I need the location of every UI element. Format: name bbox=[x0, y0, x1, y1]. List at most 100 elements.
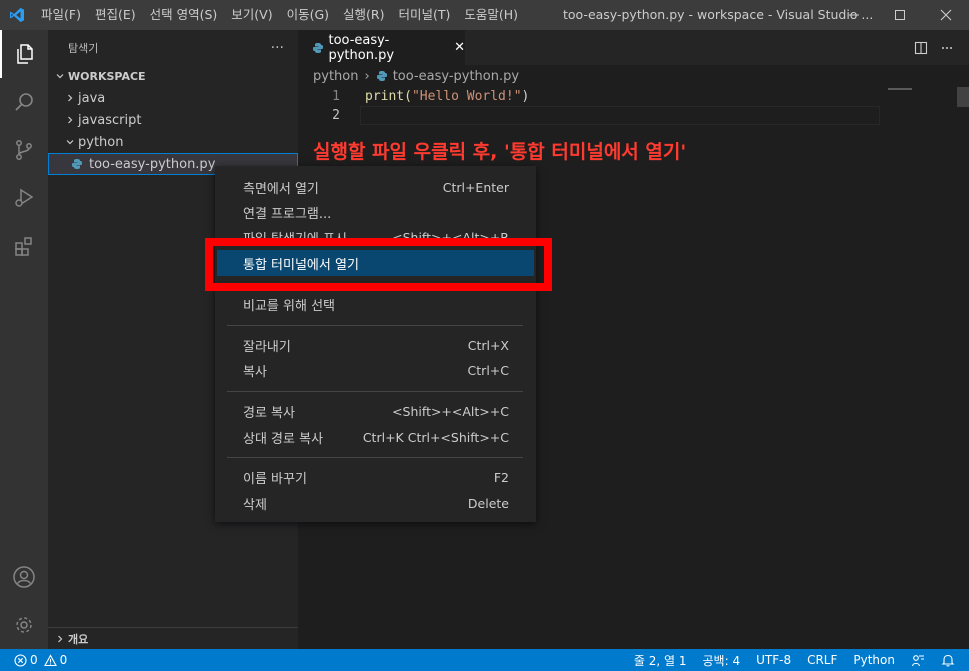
menu-item-label: 복사 bbox=[243, 364, 267, 380]
outline-label: 개요 bbox=[68, 632, 89, 646]
split-editor-button[interactable] bbox=[908, 30, 934, 65]
source-control-icon bbox=[16, 140, 32, 160]
menu-item-shortcut: Ctrl+K Ctrl+<Shift>+C bbox=[362, 429, 509, 445]
encoding-status[interactable]: UTF-8 bbox=[756, 653, 791, 667]
menu-item-open-with[interactable]: 연결 프로그램... bbox=[227, 199, 536, 225]
menu-item-label: 비교를 위해 선택 bbox=[243, 298, 335, 314]
close-tab-icon[interactable]: ✕ bbox=[454, 40, 465, 55]
folder-label: javascript bbox=[78, 112, 142, 128]
menu-item-shortcut: Ctrl+X bbox=[467, 337, 509, 353]
context-menu: 측면에서 열기 Ctrl+Enter 연결 프로그램... 파일 탐색기에 표시… bbox=[215, 166, 536, 522]
tree-folder-java[interactable]: java bbox=[48, 87, 298, 109]
breadcrumb-separator: › bbox=[364, 68, 370, 84]
maximize-button[interactable] bbox=[877, 0, 923, 30]
menu-separator bbox=[227, 325, 523, 326]
chevron-right-icon bbox=[52, 634, 68, 644]
bell-icon bbox=[941, 654, 955, 667]
window-title: too-easy-python.py - workspace - Visual … bbox=[563, 7, 874, 22]
explorer-button[interactable] bbox=[0, 30, 48, 78]
menu-item-label: 이름 바꾸기 bbox=[243, 471, 307, 487]
editor-more-button[interactable] bbox=[934, 30, 960, 65]
menu-item-label: 잘라내기 bbox=[243, 339, 291, 355]
problems-status[interactable]: 0 0 bbox=[14, 653, 67, 667]
feedback-button[interactable] bbox=[911, 653, 925, 667]
outline-section[interactable]: 개요 bbox=[48, 627, 298, 649]
chevron-right-icon bbox=[62, 115, 78, 125]
menu-view[interactable]: 보기(V) bbox=[224, 0, 279, 30]
menu-item-copy-path[interactable]: 경로 복사 <Shift>+<Alt>+C bbox=[227, 398, 536, 424]
menu-item-delete[interactable]: 삭제 Delete bbox=[227, 490, 536, 516]
minimap[interactable] bbox=[888, 87, 968, 97]
menu-bar: 파일(F) 편집(E) 선택 영역(S) 보기(V) 이동(G) 실행(R) 터… bbox=[34, 0, 525, 30]
chevron-down-icon bbox=[62, 137, 78, 147]
menu-file[interactable]: 파일(F) bbox=[34, 0, 88, 30]
eol-status[interactable]: CRLF bbox=[807, 653, 837, 667]
error-icon bbox=[14, 653, 27, 667]
minimize-icon bbox=[849, 14, 859, 16]
menu-separator bbox=[227, 391, 523, 392]
sidebar-header: 탐색기 ··· bbox=[48, 30, 298, 65]
account-icon bbox=[13, 566, 35, 588]
language-mode[interactable]: Python bbox=[853, 653, 895, 667]
code-string: "Hello World!" bbox=[411, 89, 522, 104]
tree-folder-javascript[interactable]: javascript bbox=[48, 109, 298, 131]
cursor-position[interactable]: 줄 2, 열 1 bbox=[634, 652, 687, 669]
breadcrumb-folder[interactable]: python bbox=[313, 69, 358, 84]
code-function: print( bbox=[365, 89, 412, 104]
menu-run[interactable]: 실행(R) bbox=[336, 0, 391, 30]
breadcrumb-file[interactable]: too-easy-python.py bbox=[393, 69, 519, 84]
run-debug-button[interactable] bbox=[0, 174, 48, 222]
menu-terminal[interactable]: 터미널(T) bbox=[392, 0, 458, 30]
menu-help[interactable]: 도움말(H) bbox=[457, 0, 525, 30]
menu-item-select-for-compare[interactable]: 비교를 위해 선택 bbox=[227, 291, 536, 317]
file-label: too-easy-python.py bbox=[89, 156, 216, 172]
editor-tabs: too-easy-python.py ✕ bbox=[298, 30, 969, 65]
menu-go[interactable]: 이동(G) bbox=[280, 0, 336, 30]
highlight-box bbox=[205, 238, 552, 291]
menu-item-shortcut: Ctrl+Enter bbox=[442, 179, 509, 195]
menu-item-copy-relative-path[interactable]: 상대 경로 복사 Ctrl+K Ctrl+<Shift>+C bbox=[227, 424, 536, 450]
manage-button[interactable] bbox=[0, 601, 48, 649]
editor-scrollbar[interactable] bbox=[957, 87, 969, 107]
files-icon bbox=[17, 44, 33, 64]
more-actions-icon[interactable]: ··· bbox=[271, 40, 284, 56]
extensions-button[interactable] bbox=[0, 222, 48, 270]
menu-item-shortcut: <Shift>+<Alt>+C bbox=[392, 403, 509, 419]
vscode-logo-icon bbox=[0, 0, 34, 30]
menu-edit[interactable]: 편집(E) bbox=[88, 0, 143, 30]
folder-label: java bbox=[78, 90, 106, 106]
menu-item-shortcut: Delete bbox=[467, 495, 509, 511]
notifications-button[interactable] bbox=[941, 653, 955, 667]
feedback-icon bbox=[911, 655, 924, 667]
tab-label: too-easy-python.py bbox=[328, 32, 395, 63]
split-editor-icon bbox=[914, 41, 928, 54]
menu-item-shortcut: F2 bbox=[493, 469, 509, 485]
maximize-icon bbox=[895, 10, 905, 20]
menu-item-shortcut: Ctrl+C bbox=[467, 362, 509, 378]
menu-item-rename[interactable]: 이름 바꾸기 F2 bbox=[227, 464, 536, 490]
warning-count: 0 bbox=[59, 653, 68, 667]
tab-too-easy-python[interactable]: too-easy-python.py ✕ bbox=[298, 30, 465, 65]
tree-folder-python[interactable]: python bbox=[48, 131, 298, 153]
menu-item-open-to-side[interactable]: 측면에서 열기 Ctrl+Enter bbox=[227, 174, 536, 200]
indentation-status[interactable]: 공백: 4 bbox=[703, 652, 741, 669]
search-button[interactable] bbox=[0, 78, 48, 126]
menu-selection[interactable]: 선택 영역(S) bbox=[143, 0, 225, 30]
accounts-button[interactable] bbox=[0, 553, 48, 601]
warning-icon bbox=[43, 653, 57, 666]
gear-icon bbox=[16, 617, 32, 633]
close-window-button[interactable] bbox=[923, 0, 969, 30]
instruction-annotation: 실행할 파일 우클릭 후, '통합 터미널에서 열기' bbox=[313, 141, 687, 163]
breadcrumb: python › too-easy-python.py bbox=[298, 65, 969, 87]
source-control-button[interactable] bbox=[0, 126, 48, 174]
menu-item-copy[interactable]: 복사 Ctrl+C bbox=[227, 357, 536, 383]
folder-label: python bbox=[78, 134, 124, 150]
workspace-section[interactable]: WORKSPACE bbox=[48, 65, 298, 87]
menu-item-label: 삭제 bbox=[243, 497, 267, 513]
menu-item-label: 측면에서 열기 bbox=[243, 181, 319, 197]
minimize-button[interactable] bbox=[831, 0, 877, 30]
extensions-icon bbox=[15, 237, 32, 256]
menu-item-cut[interactable]: 잘라내기 Ctrl+X bbox=[227, 332, 536, 358]
menu-item-label: 연결 프로그램... bbox=[243, 206, 332, 222]
menu-separator bbox=[227, 457, 523, 458]
